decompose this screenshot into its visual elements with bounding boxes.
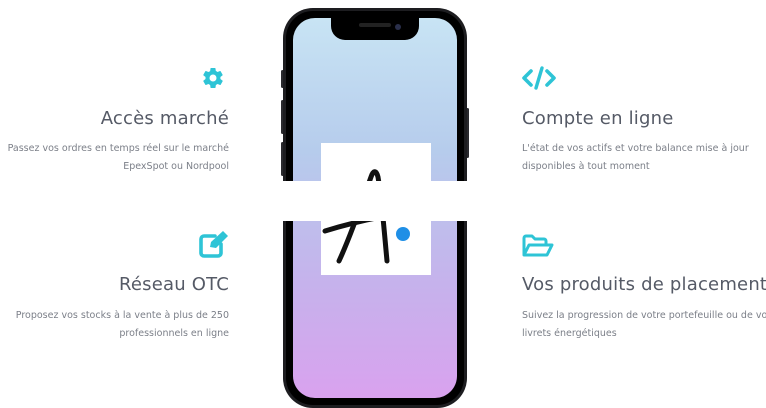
feature-title: Accès marché bbox=[100, 108, 229, 129]
phone-notch bbox=[331, 18, 419, 40]
feature-acces-marche: Accès marché Passez vos ordres en temps … bbox=[0, 62, 229, 182]
feature-description-line-2: professionnels en ligne bbox=[119, 328, 229, 339]
feature-title: Compte en ligne bbox=[522, 108, 674, 129]
section-gap bbox=[250, 181, 510, 221]
feature-description-line-1: Passez vos ordres en temps réel sur le m… bbox=[7, 143, 229, 154]
code-icon bbox=[522, 66, 556, 94]
feature-reseau-otc: Réseau OTC Proposez vos stocks à la vent… bbox=[0, 228, 229, 348]
gear-icon bbox=[201, 66, 225, 94]
feature-title: Réseau OTC bbox=[118, 274, 229, 295]
feature-description-line-1: L'état de vos actifs et votre balance mi… bbox=[522, 143, 749, 154]
folder-open-icon bbox=[522, 234, 554, 262]
feature-compte-en-ligne: Compte en ligne L'état de vos actifs et … bbox=[522, 62, 766, 182]
phone-camera bbox=[395, 24, 401, 30]
feature-description-line-1: Suivez la progression de votre portefeui… bbox=[522, 310, 766, 321]
feature-description-line-1: Proposez vos stocks à la vente à plus de… bbox=[15, 310, 229, 321]
phone-speaker bbox=[359, 23, 391, 27]
feature-description-line-2: disponibles à tout moment bbox=[522, 161, 650, 172]
feature-description-line-2: EpexSpot ou Nordpool bbox=[123, 161, 229, 172]
feature-produits-de-placement: Vos produits de placement Suivez la prog… bbox=[522, 228, 766, 348]
feature-title: Vos produits de placement bbox=[522, 274, 766, 295]
edit-icon bbox=[199, 230, 229, 262]
feature-description-line-2: livrets énergétiques bbox=[522, 328, 617, 339]
